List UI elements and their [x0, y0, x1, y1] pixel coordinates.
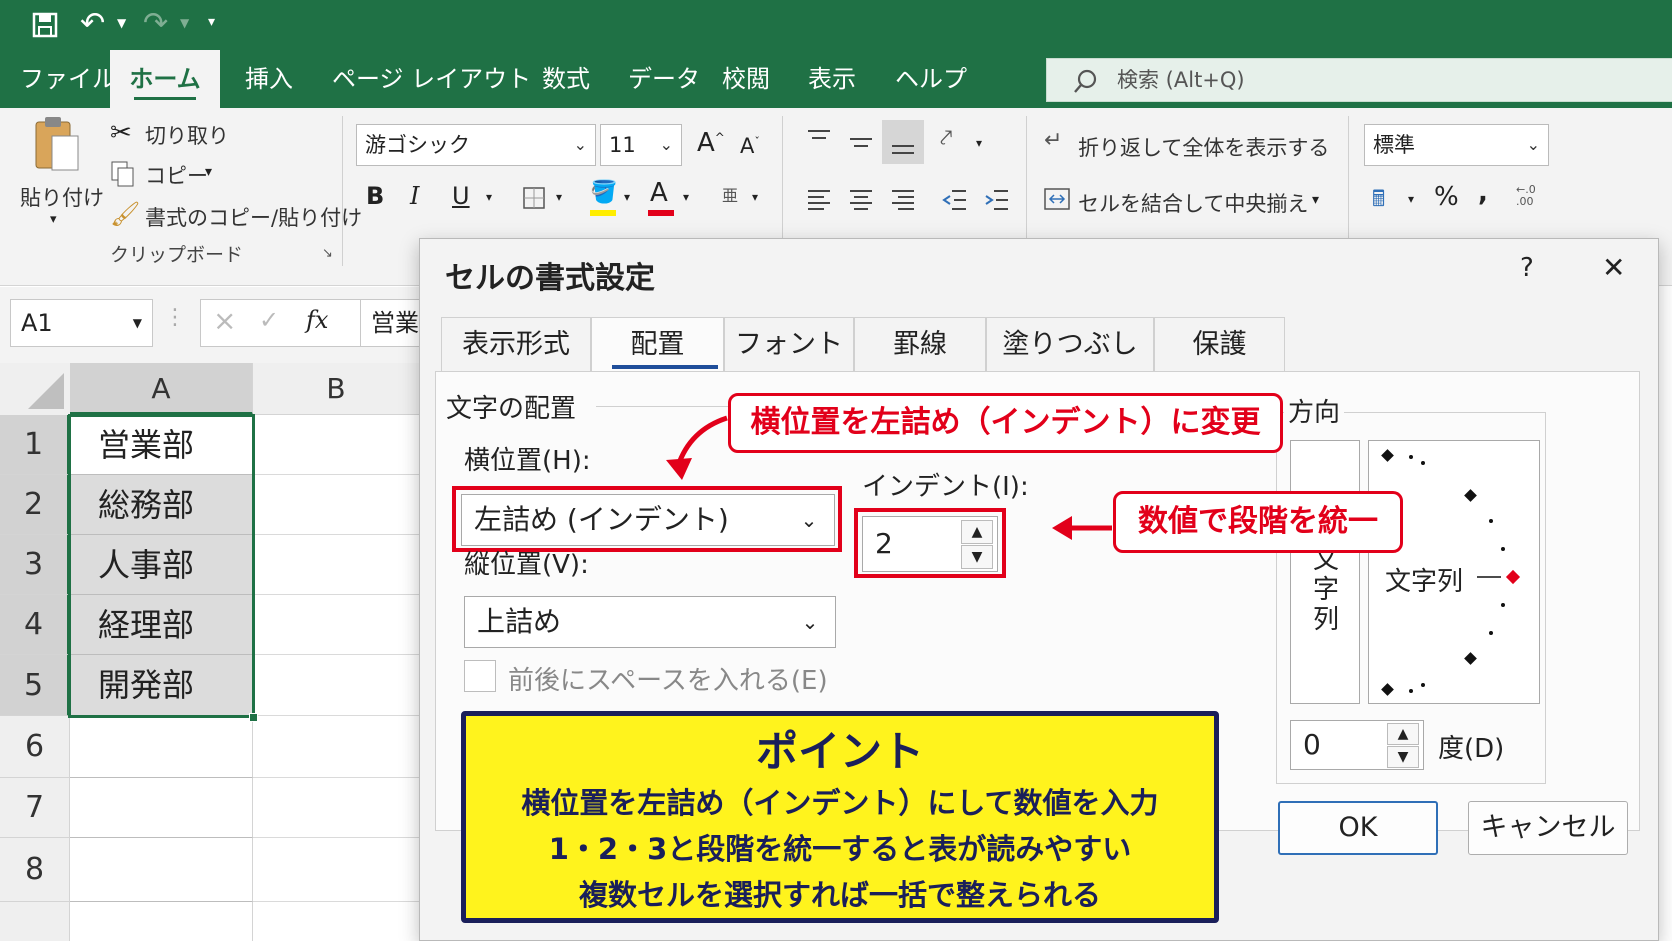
excel-window: ↶ ▼ ↷ ▼ ▾ ファイル ホーム 挿入 ページ レイアウト 数式 データ 校… [0, 0, 1672, 941]
callout-horizontal: 横位置を左詰め（インデント）に変更 [728, 393, 1283, 453]
point-line-1: 横位置を左詰め（インデント）にして数値を入力 [521, 786, 1159, 820]
callout-indent: 数値で段階を統一 [1113, 491, 1403, 553]
point-title: ポイント [755, 727, 924, 776]
point-line-2: 1・2・3と段階を統一すると表が読みやすい [548, 832, 1132, 866]
point-box: ポイント 横位置を左詰め（インデント）にして数値を入力 1・2・3と段階を統一す… [461, 711, 1219, 923]
point-line-3: 複数セルを選択すれば一括で整えられる [578, 878, 1101, 912]
